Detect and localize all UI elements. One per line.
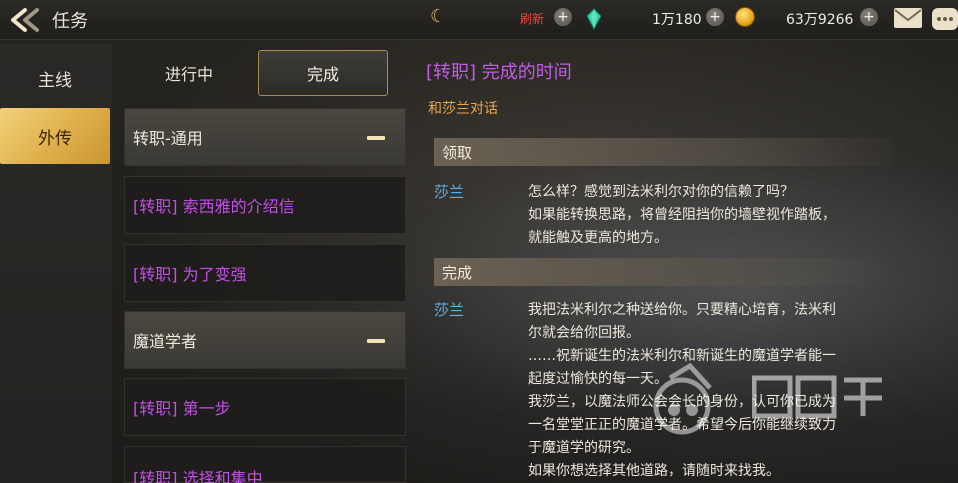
quest-item[interactable]: [转职] 第一步 [124,378,406,436]
quest-item[interactable]: [转职] 索西雅的介绍信 [124,176,406,234]
mail-icon[interactable] [894,8,922,28]
sidebar-tab-side-story[interactable]: 外传 [0,108,110,164]
coin-icon [735,7,755,27]
quest-group-label: 转职-通用 [133,129,203,148]
back-button[interactable] [6,5,42,35]
dialogue-line: 于魔道学的研究。 [528,440,640,456]
quest-group-label: 魔道学者 [133,332,198,351]
back-arrow-icon [11,8,39,32]
moon-icon: ☾ [430,6,447,27]
refresh-add-button[interactable]: + [554,8,572,26]
collapse-icon[interactable] [367,136,385,140]
watermark-text [751,372,922,433]
chat-icon[interactable] [932,8,958,30]
quest-item-label: [转职] 为了变强 [133,265,247,284]
dialogue-line: 我把法米利尔之种送给你。只要精心培育，法米利 [528,302,836,318]
tab-completed[interactable]: 完成 [258,50,388,96]
quest-item-label: [转职] 索西雅的介绍信 [133,197,295,216]
gold-amount: 63万9266 [786,12,854,28]
tab-in-progress[interactable]: 进行中 [124,50,254,96]
dialogue-line: 就能触及更高的地方。 [528,230,668,246]
quest-group-header[interactable]: 转职-通用 [124,108,406,166]
dialogue-line: 如果能转换思路，将曾经阻挡你的墙壁视作踏板， [528,207,836,223]
quest-item-label: [转职] 选择和集中 [133,469,263,483]
gem-add-button[interactable]: + [706,8,724,26]
watermark-text-glyphs [751,375,882,419]
quest-detail-title: [转职] 完成的时间 [426,62,572,83]
speaker-name: 莎兰 [434,183,465,201]
refresh-label: 刷新 [520,12,545,26]
speaker-name: 莎兰 [434,301,465,319]
gold-add-button[interactable]: + [860,8,878,26]
dialogue-line: 起度过愉快的每一天。 [528,371,668,387]
quest-item-label: [转职] 第一步 [133,399,231,418]
gem-icon [586,8,602,30]
quest-item[interactable]: [转职] 为了变强 [124,244,406,302]
top-bar: 任务 ☾ 刷新 + 1万180 + 63万9266 + [0,0,958,40]
section-complete: 完成 [434,258,894,286]
quest-item[interactable]: [转职] 选择和集中 [124,446,406,483]
collapse-icon[interactable] [367,339,385,343]
dialogue-line: 怎么样？感觉到法米利尔对你的信赖了吗？ [528,184,794,200]
quest-group-header[interactable]: 魔道学者 [124,311,406,369]
dialogue-line: 尔就会给你回报。 [528,325,640,341]
sidebar-tab-main[interactable]: 主线 [0,50,110,106]
dialogue-line: 如果你想选择其他道路，请随时来找我。 [528,463,780,479]
quest-detail-subtitle: 和莎兰对话 [428,101,498,117]
section-accept: 领取 [434,138,894,166]
gem-amount: 1万180 [652,12,702,28]
page-title: 任务 [52,11,88,32]
